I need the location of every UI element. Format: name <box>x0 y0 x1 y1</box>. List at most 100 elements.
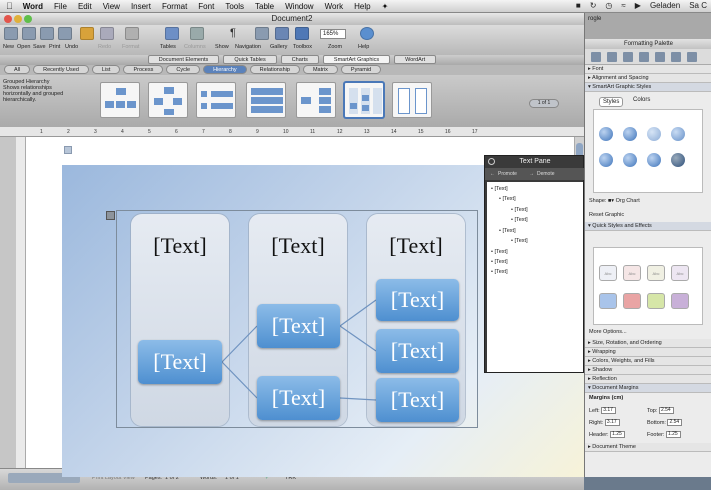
layout-thumb-7[interactable] <box>392 82 432 118</box>
open-icon[interactable] <box>22 27 36 40</box>
text-pane-outline[interactable]: • [Text] • [Text] • [Text] • [Text] • [T… <box>487 182 583 372</box>
wifi-icon[interactable]: ≈ <box>621 1 625 10</box>
gallery-icon[interactable] <box>275 27 289 40</box>
column-2-title[interactable]: [Text] <box>249 233 347 259</box>
new-icon[interactable] <box>4 27 18 40</box>
section-document-margins[interactable]: ▾ Document Margins <box>585 384 711 393</box>
formatting-palette-icon[interactable] <box>591 52 601 62</box>
section-size[interactable]: ▸ Size, Rotation, and Ordering <box>585 339 711 348</box>
layout-thumb-3[interactable] <box>196 82 236 118</box>
cat-cycle[interactable]: Cycle <box>166 65 201 74</box>
column-1-title[interactable]: [Text] <box>131 233 229 259</box>
layout-thumb-4[interactable] <box>246 82 286 118</box>
margin-left-field[interactable]: 3.17 <box>601 407 617 414</box>
menu-font[interactable]: Font <box>198 2 214 11</box>
quick-style-swatch[interactable] <box>647 293 665 309</box>
section-colors-weights[interactable]: ▸ Colors, Weights, and Fills <box>585 357 711 366</box>
section-document-theme[interactable]: ▸ Document Theme <box>585 443 711 452</box>
vertical-ruler[interactable] <box>16 137 26 468</box>
cat-recently-used[interactable]: Recently Used <box>33 65 89 74</box>
margin-bottom-field[interactable]: 2.54 <box>667 419 683 426</box>
quick-style-swatch[interactable] <box>671 293 689 309</box>
margin-footer-field[interactable]: 1.25 <box>665 431 681 438</box>
menu-insert[interactable]: Insert <box>131 2 151 11</box>
text-pane-toggle-handle[interactable] <box>106 211 115 220</box>
demote-button[interactable]: Demote <box>537 168 555 180</box>
citations-icon[interactable] <box>623 52 633 62</box>
object-palette-icon[interactable] <box>607 52 617 62</box>
menu-help[interactable]: Help <box>354 2 370 11</box>
quick-style-swatch[interactable] <box>623 293 641 309</box>
cat-list[interactable]: List <box>91 65 121 74</box>
sync-icon[interactable]: ↻ <box>590 1 597 10</box>
menu-view[interactable]: View <box>103 2 120 11</box>
zoom-window-button[interactable] <box>24 15 32 23</box>
style-option[interactable] <box>647 127 661 141</box>
cat-matrix[interactable]: Matrix <box>302 65 338 74</box>
menu-format[interactable]: Format <box>162 2 187 11</box>
cat-pyramid[interactable]: Pyramid <box>340 65 382 74</box>
margin-right-field[interactable]: 3.17 <box>604 419 620 426</box>
gallery-page-nav[interactable]: 1 of 1 <box>529 99 559 108</box>
help-icon[interactable] <box>360 27 374 40</box>
level2-node-2[interactable]: [Text] <box>257 376 340 420</box>
level3-node-1[interactable]: [Text] <box>376 279 459 321</box>
outline-item[interactable]: • [Text] <box>499 196 516 202</box>
styles-tab[interactable]: Styles <box>599 97 624 107</box>
quick-style-swatch[interactable]: Abc <box>671 265 689 281</box>
promote-button[interactable]: Promote <box>498 168 517 180</box>
level3-node-3[interactable]: [Text] <box>376 378 459 422</box>
menu-window[interactable]: Window <box>285 2 313 11</box>
navigation-icon[interactable] <box>255 27 269 40</box>
outline-item[interactable]: • [Text] <box>511 238 528 244</box>
level1-node[interactable]: [Text] <box>138 340 222 384</box>
outline-item[interactable]: • [Text] <box>491 259 508 265</box>
volume-icon[interactable]: ▶ <box>635 1 641 10</box>
print-icon[interactable] <box>58 27 72 40</box>
outline-item[interactable]: • [Text] <box>499 228 516 234</box>
more-options-button[interactable]: More Options... <box>589 329 627 335</box>
style-option[interactable] <box>647 153 661 167</box>
style-option[interactable] <box>671 153 685 167</box>
apple-icon[interactable]:  <box>6 1 13 11</box>
cat-process[interactable]: Process <box>123 65 164 74</box>
section-alignment[interactable]: ▸ Alignment and Spacing <box>585 74 711 83</box>
menu-tools[interactable]: Tools <box>225 2 244 11</box>
section-smartart-styles[interactable]: ▾ SmartArt Graphic Styles <box>585 83 711 92</box>
outline-item[interactable]: • [Text] <box>511 207 528 213</box>
promote-icon[interactable]: ← <box>490 168 495 180</box>
outline-item[interactable]: • [Text] <box>491 249 508 255</box>
cat-all[interactable]: All <box>4 65 31 74</box>
style-option[interactable] <box>623 127 637 141</box>
style-option[interactable] <box>599 127 613 141</box>
cat-hierarchy[interactable]: Hierarchy <box>203 65 247 74</box>
close-window-button[interactable] <box>4 15 12 23</box>
columns-icon[interactable] <box>190 27 204 40</box>
section-quick-styles[interactable]: ▾ Quick Styles and Effects <box>585 222 711 231</box>
quick-style-swatch[interactable]: Abc <box>623 265 641 281</box>
layout-thumb-5[interactable] <box>296 82 336 118</box>
menu-table[interactable]: Table <box>255 2 274 11</box>
level3-node-2[interactable]: [Text] <box>376 329 459 373</box>
horizontal-ruler[interactable]: 1 2 3 4 5 6 7 8 9 10 11 12 13 14 15 16 17 <box>0 127 584 137</box>
shape-select[interactable]: Org Chart <box>616 198 640 204</box>
quick-style-swatch[interactable]: Abc <box>599 265 617 281</box>
layout-thumb-1[interactable] <box>100 82 140 118</box>
outline-item[interactable]: • [Text] <box>491 269 508 275</box>
cat-relationship[interactable]: Relationship <box>249 65 300 74</box>
tab-smartart-graphics[interactable]: SmartArt Graphics <box>322 55 391 64</box>
tab-charts[interactable]: Charts <box>280 55 319 64</box>
script-icon[interactable]: ✦ <box>382 2 389 11</box>
tab-quick-tables[interactable]: Quick Tables <box>223 55 277 64</box>
minimize-window-button[interactable] <box>14 15 22 23</box>
quick-style-swatch[interactable]: Abc <box>647 265 665 281</box>
project-palette-icon[interactable] <box>687 52 697 62</box>
scrapbook-icon[interactable] <box>639 52 649 62</box>
anchor-icon[interactable] <box>64 146 72 154</box>
close-icon[interactable] <box>488 158 495 165</box>
spaces-icon[interactable]: ■ <box>576 1 581 10</box>
section-font[interactable]: ▸ Font <box>585 65 711 74</box>
reset-graphic-button[interactable]: Reset Graphic <box>589 212 624 218</box>
zoom-field[interactable]: 165% <box>320 29 346 39</box>
reference-tools-icon[interactable] <box>655 52 665 62</box>
